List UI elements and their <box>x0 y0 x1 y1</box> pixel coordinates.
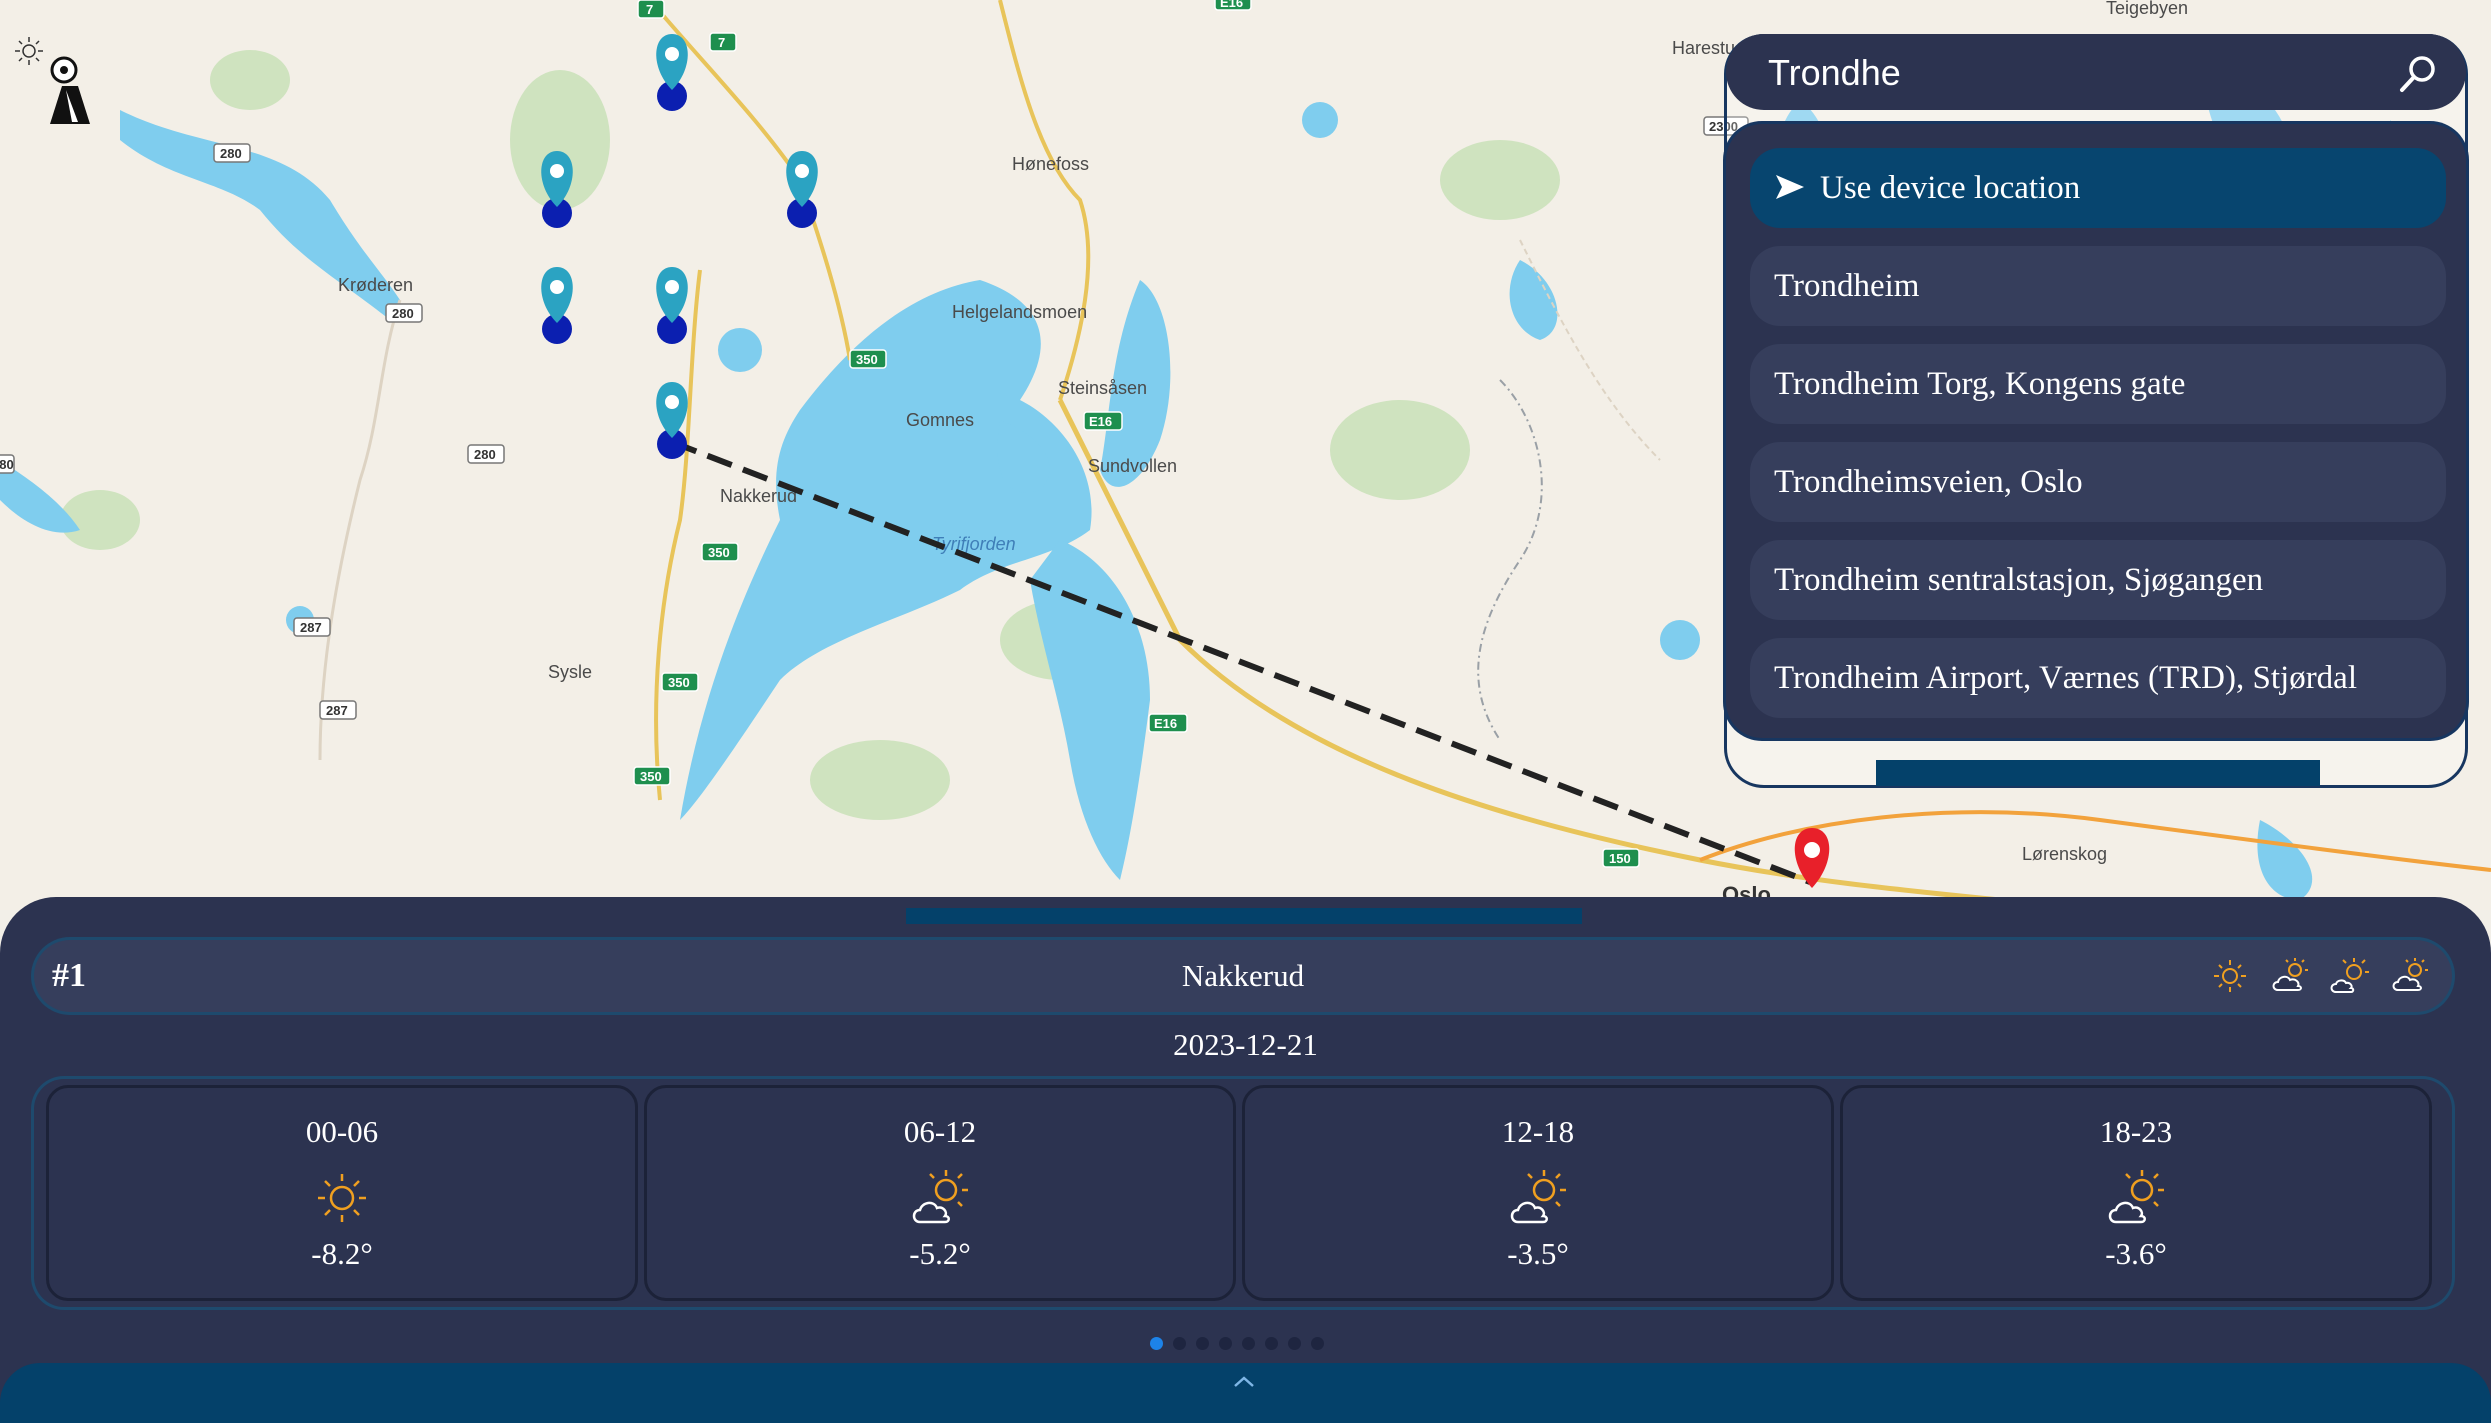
partly-cloudy-icon <box>2270 956 2310 996</box>
svg-text:150: 150 <box>1609 851 1631 866</box>
place-label: Sundvollen <box>1088 456 1177 476</box>
page-dot[interactable] <box>1311 1337 1324 1350</box>
location-pin[interactable] <box>656 382 688 459</box>
partly-cloudy-icon <box>1510 1170 1566 1224</box>
suggestion-label: Trondheimsveien, Oslo <box>1774 464 2083 500</box>
svg-text:7: 7 <box>718 35 725 50</box>
suggestions-scrollbar[interactable] <box>1876 760 2320 786</box>
suggestion-item[interactable]: Trondheim <box>1750 246 2446 326</box>
page-dot[interactable] <box>1219 1337 1232 1350</box>
location-pin[interactable] <box>541 267 573 344</box>
place-label: Steinsåsen <box>1058 378 1147 398</box>
period-temperature: -5.2° <box>909 1236 971 1271</box>
period-label: 18-23 <box>2099 1114 2173 1149</box>
partly-cloudy-icon <box>2108 1170 2164 1224</box>
svg-text:350: 350 <box>856 352 878 367</box>
svg-text:350: 350 <box>640 769 662 784</box>
place-label: Gomnes <box>906 410 974 430</box>
forecast-date: 2023-12-21 <box>1173 1027 1318 1062</box>
svg-text:280: 280 <box>474 447 496 462</box>
svg-text:350: 350 <box>668 675 690 690</box>
svg-text:280: 280 <box>0 457 14 472</box>
svg-text:E16: E16 <box>1089 414 1112 429</box>
svg-text:7: 7 <box>646 2 653 17</box>
sun-icon <box>2210 956 2250 996</box>
suggestion-label: Use device location <box>1820 170 2081 206</box>
expand-bar[interactable] <box>0 1363 2491 1423</box>
period-card[interactable]: 18-23 -3.6° <box>1840 1085 2432 1301</box>
suggestion-label: Trondheim <box>1774 268 1920 304</box>
period-temperature: -3.5° <box>1507 1236 1569 1271</box>
suggestion-label: Trondheim Torg, Kongens gate <box>1774 366 2186 402</box>
forecast-periods[interactable]: 00-06 -8.2° 06-12 -5.2° 12-18 -3.5° 18-2… <box>34 1079 2452 1307</box>
place-label: Hønefoss <box>1012 154 1089 174</box>
place-label: Sysle <box>548 662 592 682</box>
svg-text:E16: E16 <box>1220 0 1243 10</box>
period-card[interactable]: 00-06 -8.2° <box>46 1085 638 1301</box>
location-pin[interactable] <box>541 151 573 228</box>
suggestion-use-device-location[interactable]: Use device location <box>1750 148 2446 228</box>
svg-text:287: 287 <box>326 703 348 718</box>
page-dot[interactable] <box>1242 1337 1255 1350</box>
place-label: Tyrifjorden <box>932 534 1016 554</box>
period-temperature: -3.6° <box>2105 1236 2167 1271</box>
search-icon[interactable] <box>2398 54 2438 94</box>
place-label: Lørenskog <box>2022 844 2107 864</box>
svg-text:280: 280 <box>392 306 414 321</box>
svg-text:287: 287 <box>300 620 322 635</box>
street-view-pegman-icon[interactable] <box>40 56 96 126</box>
period-label: 00-06 <box>305 1114 379 1149</box>
period-card[interactable]: 12-18 -3.5° <box>1242 1085 1834 1301</box>
navigation-arrow-icon <box>1776 175 1804 200</box>
sheet-drag-handle[interactable] <box>906 908 1582 924</box>
location-name: Nakkerud <box>1181 958 1305 993</box>
sun-icon <box>2330 956 2370 996</box>
svg-text:E16: E16 <box>1154 716 1177 731</box>
chevron-up-icon <box>1234 1376 1254 1387</box>
suggestion-item[interactable]: Trondheim sentralstasjon, Sjøgangen <box>1750 540 2446 620</box>
suggestion-item[interactable]: Trondheimsveien, Oslo <box>1750 442 2446 522</box>
period-label: 06-12 <box>903 1114 977 1149</box>
page-dot[interactable] <box>1173 1337 1186 1350</box>
suggestion-label: Trondheim sentralstasjon, Sjøgangen <box>1774 562 2264 598</box>
partly-cloudy-icon <box>912 1170 968 1224</box>
search-suggestions: Use device location Trondheim Trondheim … <box>1726 124 2466 738</box>
period-temperature: -8.2° <box>311 1236 373 1271</box>
partly-cloudy-icon <box>2390 956 2430 996</box>
daily-summary-icons <box>2210 956 2430 996</box>
place-label: Krøderen <box>338 275 413 295</box>
place-label: Teigebyen <box>2106 0 2188 18</box>
svg-text:350: 350 <box>708 545 730 560</box>
location-rank: #1 <box>52 957 86 994</box>
page-indicator[interactable] <box>1150 1337 1324 1350</box>
page-dot[interactable] <box>1150 1337 1163 1350</box>
search-input[interactable] <box>1766 34 2370 112</box>
search-bar[interactable] <box>1726 34 2466 112</box>
location-pin[interactable] <box>656 267 688 344</box>
page-dot[interactable] <box>1196 1337 1209 1350</box>
sun-icon <box>318 1174 366 1222</box>
page-dot[interactable] <box>1288 1337 1301 1350</box>
period-label: 12-18 <box>1501 1114 1575 1149</box>
suggestion-item[interactable]: Trondheim Torg, Kongens gate <box>1750 344 2446 424</box>
location-pin[interactable] <box>656 34 688 111</box>
place-label: Helgelandsmoen <box>952 302 1087 322</box>
page-dot[interactable] <box>1265 1337 1278 1350</box>
location-pin[interactable] <box>786 151 818 228</box>
location-card[interactable]: Nakkerud #1 <box>34 940 2452 1012</box>
svg-text:280: 280 <box>220 146 242 161</box>
suggestion-label: Trondheim Airport, Værnes (TRD), Stjørda… <box>1774 660 2357 696</box>
period-card[interactable]: 06-12 -5.2° <box>644 1085 1236 1301</box>
forecast-sheet: Nakkerud #1 2023-12-21 00-06 -8.2° 06-12 <box>0 897 2491 1423</box>
suggestion-item[interactable]: Trondheim Airport, Værnes (TRD), Stjørda… <box>1750 638 2446 718</box>
